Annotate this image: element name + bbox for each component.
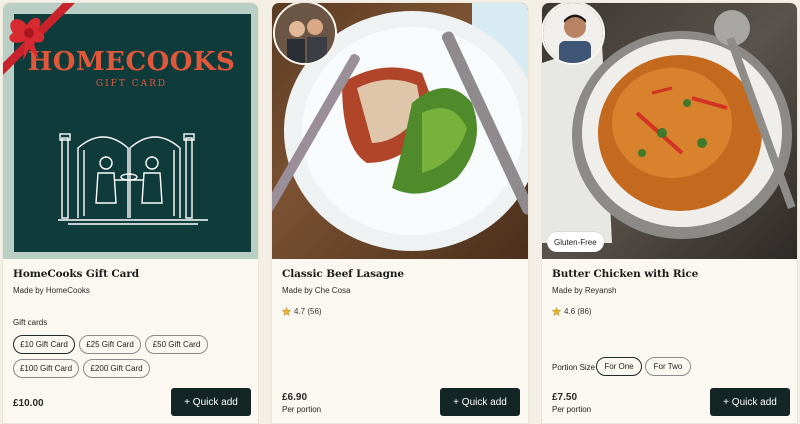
gluten-free-badge: Gluten-Free [547,232,604,252]
product-price: £10.00 [13,398,44,409]
product-price: £6.90 [282,392,308,403]
product-card-gift-card[interactable]: HOMECOOKS GIFT CARD HomeCooks Gift Card … [2,2,259,424]
quick-add-button[interactable]: + Quick add [440,388,520,416]
quick-add-button[interactable]: + Quick add [171,388,251,416]
option-100-gift-card[interactable]: £100 Gift Card [13,359,79,378]
portion-for-two[interactable]: For Two [645,357,691,376]
lasagne-image[interactable] [272,3,528,259]
product-maker: Made by Che Cosa [282,286,351,295]
product-price: £7.50 [552,392,578,403]
quick-add-button[interactable]: + Quick add [710,388,790,416]
option-200-gift-card[interactable]: £200 Gift Card [83,359,150,378]
product-title[interactable]: Classic Beef Lasagne [282,268,404,280]
per-portion-label: Per portion [552,405,592,414]
product-maker: Made by HomeCooks [13,286,90,295]
ribbon-bow-icon [3,3,75,75]
product-card-butter-chicken[interactable]: Gluten-Free Butter Chicken with Rice Mad… [541,2,798,424]
gift-cards-label: Gift cards [13,318,48,327]
chef-avatar-che-cosa [273,3,337,65]
door-illustration [58,133,208,225]
portion-size-label: Portion Size [552,363,596,372]
per-portion-label: Per portion [282,405,322,414]
chef-avatar-reyansh [542,3,605,65]
product-card-lasagne[interactable]: Classic Beef Lasagne Made by Che Cosa 4.… [271,2,529,424]
butter-chicken-image[interactable]: Gluten-Free [542,3,797,259]
product-title[interactable]: HomeCooks Gift Card [13,268,139,280]
option-25-gift-card[interactable]: £25 Gift Card [79,335,141,354]
gift-card-image[interactable]: HOMECOOKS GIFT CARD [3,3,258,259]
rating-value: 4.7 (56) [294,307,322,316]
product-rating: 4.6 (86) [552,307,592,316]
rating-value: 4.6 (86) [564,307,592,316]
star-icon [282,307,291,316]
option-10-gift-card[interactable]: £10 Gift Card [13,335,75,354]
product-rating: 4.7 (56) [282,307,322,316]
portion-for-one[interactable]: For One [596,357,642,376]
option-50-gift-card[interactable]: £50 Gift Card [145,335,208,354]
product-maker: Made by Reyansh [552,286,617,295]
product-title[interactable]: Butter Chicken with Rice [552,268,698,280]
star-icon [552,307,561,316]
